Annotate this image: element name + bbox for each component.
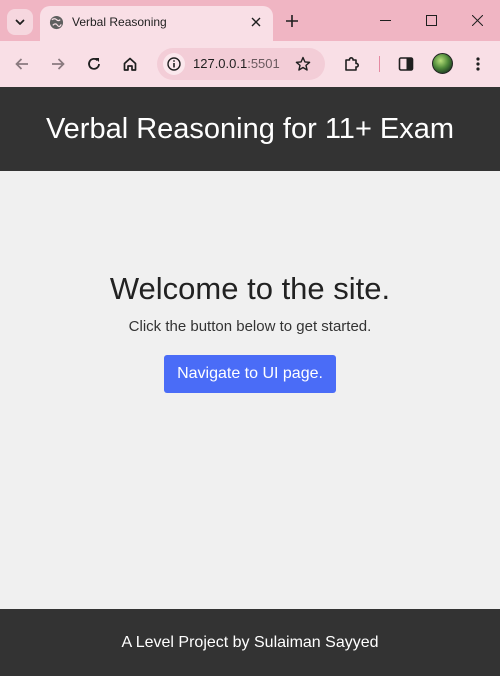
tab-title: Verbal Reasoning <box>72 15 167 29</box>
site-footer: A Level Project by Sulaiman Sayyed <box>0 609 500 676</box>
profile-avatar[interactable] <box>432 53 453 74</box>
browser-tab[interactable]: Verbal Reasoning <box>40 6 273 41</box>
url-port: :5501 <box>247 56 280 71</box>
plus-icon <box>286 15 298 27</box>
back-button[interactable] <box>10 52 34 76</box>
minimize-icon <box>379 19 391 21</box>
url-text[interactable]: 127.0.0.1:5501 <box>193 56 280 71</box>
browser-menu-button[interactable] <box>466 52 490 76</box>
globe-icon <box>49 15 64 30</box>
tab-close-button[interactable] <box>248 14 264 30</box>
browser-toolbar: 127.0.0.1:5501 <box>0 41 500 87</box>
maximize-button[interactable] <box>408 0 454 40</box>
address-bar[interactable]: 127.0.0.1:5501 <box>157 48 325 80</box>
side-panel-icon <box>398 57 414 71</box>
side-panel-button[interactable] <box>394 52 418 76</box>
home-button[interactable] <box>118 52 142 76</box>
new-tab-button[interactable] <box>282 11 302 31</box>
welcome-subtext: Click the button below to get started. <box>128 318 372 335</box>
close-window-button[interactable] <box>454 0 500 40</box>
welcome-heading: Welcome to the site. <box>109 271 391 306</box>
reload-button[interactable] <box>82 52 106 76</box>
minimize-button[interactable] <box>362 0 408 40</box>
site-title: Verbal Reasoning for 11+ Exam <box>45 112 455 145</box>
navigate-ui-button[interactable]: Navigate to UI page. <box>164 355 336 393</box>
bookmark-button[interactable] <box>292 53 314 75</box>
home-icon <box>123 57 137 71</box>
more-vertical-icon <box>476 57 480 71</box>
puzzle-icon <box>345 57 359 71</box>
url-host: 127.0.0.1 <box>193 56 248 71</box>
tab-search-button[interactable] <box>7 9 33 35</box>
toolbar-divider <box>379 56 380 72</box>
site-header: Verbal Reasoning for 11+ Exam <box>0 87 500 171</box>
chevron-down-icon <box>15 19 25 25</box>
extensions-button[interactable] <box>340 52 364 76</box>
footer-credit: A Level Project by Sulaiman Sayyed <box>121 633 379 651</box>
info-icon <box>167 57 181 71</box>
site-info-button[interactable] <box>163 53 185 75</box>
main-content: Welcome to the site. Click the button be… <box>0 171 500 609</box>
star-icon <box>295 56 311 71</box>
maximize-icon <box>425 14 437 26</box>
tab-strip: Verbal Reasoning <box>0 0 500 41</box>
arrow-right-icon <box>52 58 65 70</box>
close-icon <box>471 14 483 26</box>
reload-icon <box>88 57 100 70</box>
forward-button[interactable] <box>46 52 70 76</box>
close-icon <box>251 17 261 27</box>
arrow-left-icon <box>15 58 28 70</box>
